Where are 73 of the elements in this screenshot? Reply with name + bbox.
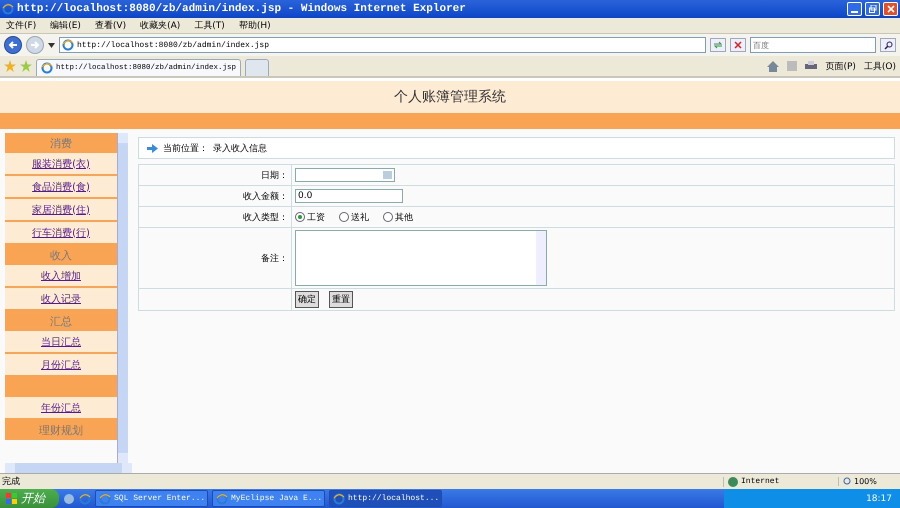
app-icon (333, 492, 345, 504)
horizontal-scrollbar[interactable] (5, 463, 132, 473)
taskbar-button[interactable]: http://localhost... (329, 490, 442, 507)
zone-text: Internet (741, 477, 780, 486)
radio-button[interactable] (383, 212, 393, 222)
breadcrumb-value: 录入收入信息 (213, 142, 267, 154)
address-field[interactable]: http://localhost:8080/zb/admin/index.jsp (59, 37, 706, 53)
printer-icon[interactable] (805, 61, 818, 71)
section-header: 汇总 (5, 311, 117, 331)
star-icon[interactable] (4, 60, 16, 72)
back-arrow-icon (8, 40, 18, 50)
section-header: 消费 (5, 133, 117, 153)
app-icon (99, 492, 111, 504)
quick-launch-icon (79, 492, 91, 504)
page-title: 个人账簿管理系统 (394, 88, 506, 106)
radio-label: 送礼 (351, 212, 369, 224)
new-tab-button[interactable] (245, 59, 270, 76)
windows-logo-icon (6, 493, 17, 504)
form-button[interactable]: 重置 (329, 291, 353, 308)
globe-icon (728, 476, 738, 486)
search-button[interactable] (880, 38, 896, 52)
field-label: 收入金额： (243, 192, 288, 202)
menu-item[interactable]: 查看(V) (94, 19, 126, 32)
window-title: http://localhost:8080/zb/admin/index.jsp - Windows Internet Explorer (17, 3, 467, 15)
form-button[interactable]: 确定 (295, 291, 319, 308)
amount-field[interactable]: 0.0 (295, 189, 403, 203)
radio-label: 其他 (395, 212, 413, 224)
back-button[interactable] (4, 36, 22, 54)
command-menu[interactable]: 页面(P) (825, 60, 856, 72)
field-label: 收入类型： (243, 212, 288, 222)
close-icon (886, 5, 894, 13)
menu-item[interactable]: 收藏夹(A) (140, 19, 180, 32)
page-icon (62, 39, 74, 51)
page-icon (41, 62, 53, 74)
radio-label: 工资 (307, 212, 325, 224)
arrow-icon (147, 144, 158, 152)
taskbar-button[interactable]: MyEclipse Java E... (212, 490, 325, 507)
vertical-scrollbar[interactable] (117, 133, 128, 463)
minimize-button[interactable] (847, 2, 862, 16)
section-header: 理财规划 (5, 420, 117, 440)
app-icon (216, 492, 228, 504)
browser-icon (2, 3, 14, 15)
radio-button[interactable] (339, 212, 349, 222)
command-menu[interactable]: 工具(O) (864, 60, 896, 72)
field-label: 日期： (261, 170, 288, 180)
field-label: 备注： (261, 254, 288, 264)
status-text: 完成 (2, 477, 20, 487)
menu-item[interactable]: 编辑(E) (50, 19, 81, 32)
quick-launch-icon[interactable] (63, 492, 75, 504)
remark-field[interactable] (295, 230, 547, 286)
menu-item[interactable]: 文件(F) (6, 19, 36, 32)
dropdown-arrow-icon[interactable] (48, 42, 55, 48)
menu-item[interactable]: 工具(T) (194, 19, 225, 32)
zoom-icon (843, 477, 852, 486)
radio-button[interactable] (295, 212, 305, 222)
restore-icon (868, 5, 876, 13)
home-icon[interactable] (767, 60, 780, 72)
refresh-icon (713, 41, 723, 49)
stop-button[interactable] (730, 38, 746, 52)
menu-item[interactable]: 帮助(H) (238, 19, 271, 32)
breadcrumb-label: 当前位置： (163, 142, 208, 154)
close-button[interactable] (883, 2, 898, 16)
date-field[interactable] (295, 168, 395, 182)
taskbar-button[interactable]: SQL Server Enter... (95, 490, 208, 507)
restore-button[interactable] (865, 2, 880, 16)
refresh-button[interactable] (710, 38, 726, 52)
search-icon (884, 40, 892, 50)
clock: 18:17 (866, 494, 892, 504)
forward-arrow-icon (30, 40, 40, 50)
zoom-level[interactable]: 100% (854, 477, 877, 486)
stop-icon (734, 41, 742, 49)
section-header: 收入 (5, 245, 117, 265)
search-field[interactable]: 百度 (750, 37, 876, 53)
